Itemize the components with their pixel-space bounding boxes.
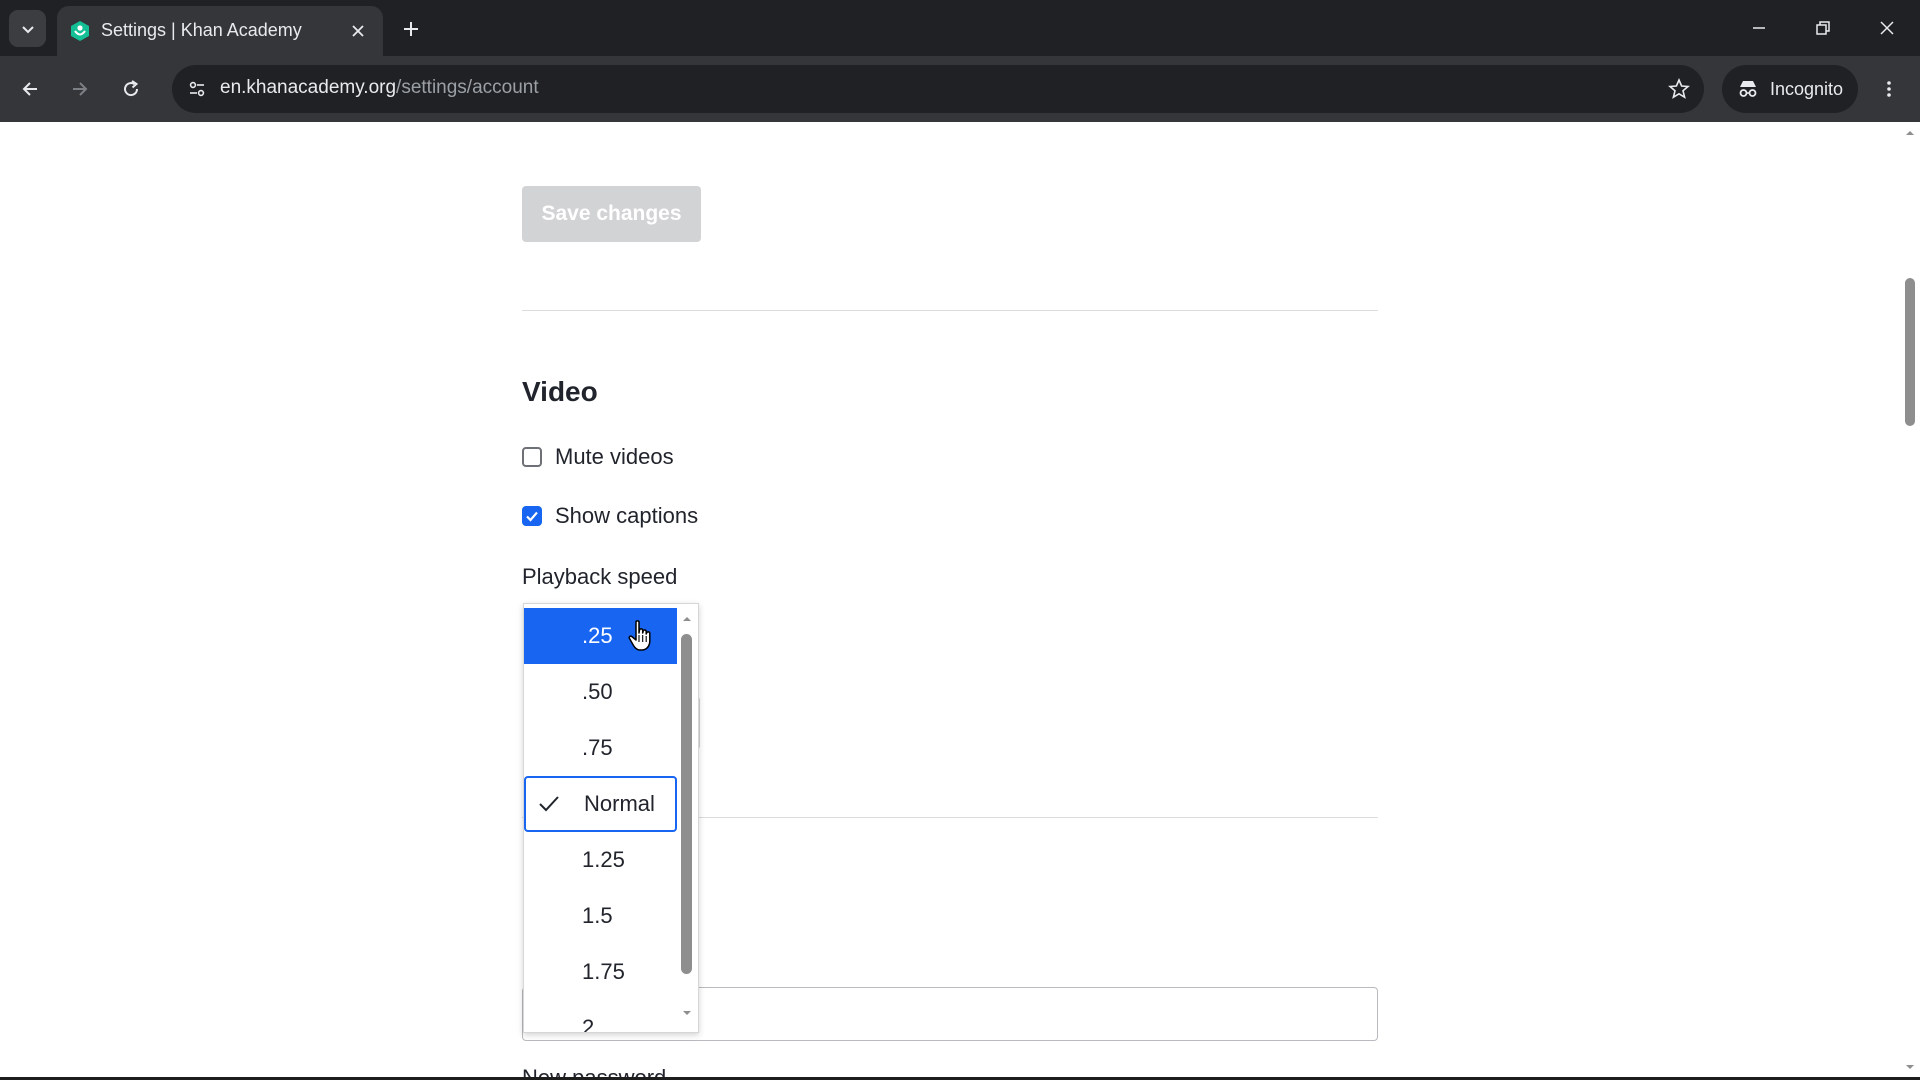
more-vertical-icon	[1887, 81, 1891, 97]
listbox-scroll-thumb[interactable]	[681, 634, 692, 974]
restore-icon	[1816, 21, 1830, 35]
scroll-down-arrow-icon[interactable]	[682, 1008, 692, 1018]
new-tab-button[interactable]	[396, 14, 426, 44]
page-scrollbar[interactable]	[1900, 122, 1920, 1080]
browser-toolbar: en.khanacademy.org/settings/account Inco…	[0, 56, 1920, 122]
page-viewport: Save changes Video Mute videos Show capt…	[0, 122, 1920, 1080]
mute-videos-checkbox[interactable]	[522, 447, 542, 467]
close-icon	[1880, 21, 1894, 35]
minimize-icon	[1753, 27, 1765, 29]
scroll-down-arrow-icon[interactable]	[1905, 1062, 1915, 1072]
restore-button[interactable]	[1803, 12, 1843, 44]
mute-videos-label[interactable]: Mute videos	[555, 444, 674, 470]
playback-option-label: 1.75	[582, 959, 625, 984]
address-bar[interactable]: en.khanacademy.org/settings/account	[172, 65, 1704, 113]
plus-icon	[404, 22, 418, 36]
incognito-icon	[1739, 81, 1757, 97]
save-changes-button[interactable]: Save changes	[522, 186, 701, 242]
window-close-button[interactable]	[1867, 12, 1907, 44]
show-captions-checkbox[interactable]	[522, 506, 542, 526]
scroll-up-arrow-icon[interactable]	[1905, 128, 1915, 138]
tab-close-button[interactable]	[345, 18, 371, 44]
reload-icon	[124, 80, 139, 97]
arrow-right-icon	[73, 82, 88, 96]
close-icon	[352, 25, 364, 37]
playback-option-selected[interactable]: Normal	[524, 776, 677, 832]
url-host: en.khanacademy.org	[220, 77, 397, 98]
playback-option-label: .75	[582, 735, 613, 760]
playback-option-label: 1.5	[582, 903, 613, 928]
scroll-up-arrow-icon[interactable]	[682, 614, 692, 624]
playback-option[interactable]: 1.75	[524, 944, 677, 1000]
mute-videos-row[interactable]: Mute videos	[522, 444, 674, 470]
playback-option-label: 1.25	[582, 847, 625, 872]
hand-pointer-cursor-icon	[628, 620, 651, 651]
playback-option-label: .50	[582, 679, 613, 704]
playback-option[interactable]: 1.25	[524, 832, 677, 888]
playback-option-label: 2	[582, 1015, 595, 1033]
playback-option-label: .25	[582, 623, 613, 648]
playback-option[interactable]: 1.5	[524, 888, 677, 944]
section-divider	[522, 310, 1378, 311]
playback-option-label: Normal	[584, 791, 655, 816]
browser-tab-active[interactable]: Settings | Khan Academy	[57, 6, 383, 56]
back-button[interactable]	[13, 72, 47, 106]
show-captions-row[interactable]: Show captions	[522, 503, 698, 529]
chevron-down-icon	[21, 25, 34, 33]
playback-speed-listbox[interactable]: .25 .50 .75 Normal 1.25 1.5 1.75 2	[523, 603, 699, 1033]
incognito-indicator[interactable]: Incognito	[1722, 65, 1858, 113]
reload-button[interactable]	[114, 72, 148, 106]
minimize-button[interactable]	[1739, 12, 1779, 44]
bookmark-button[interactable]	[1664, 74, 1694, 104]
arrow-left-icon	[22, 82, 37, 96]
playback-speed-label: Playback speed	[522, 564, 678, 589]
tab-search-button[interactable]	[9, 10, 46, 47]
tune-icon	[189, 81, 205, 97]
playback-option[interactable]: .50	[524, 664, 677, 720]
site-info-button[interactable]	[182, 74, 212, 104]
browser-menu-button[interactable]	[1872, 72, 1906, 106]
playback-option[interactable]: .75	[524, 720, 677, 776]
tab-title: Settings | Khan Academy	[101, 20, 302, 40]
listbox-scrollbar[interactable]	[677, 604, 697, 1032]
url-text[interactable]: en.khanacademy.org/settings/account	[220, 77, 539, 99]
show-captions-label[interactable]: Show captions	[555, 503, 698, 529]
page-scroll-thumb[interactable]	[1905, 278, 1915, 426]
url-path: /settings/account	[396, 77, 539, 98]
playback-option[interactable]: 2	[524, 1000, 677, 1033]
video-section-heading: Video	[522, 376, 598, 407]
checkmark-icon	[539, 796, 559, 812]
checkmark-icon	[526, 511, 538, 522]
incognito-label: Incognito	[1770, 78, 1844, 99]
star-icon	[1668, 78, 1690, 99]
khan-academy-logo-icon	[71, 21, 89, 41]
browser-tab-bar: Settings | Khan Academy	[0, 0, 1920, 56]
forward-button[interactable]	[63, 72, 97, 106]
